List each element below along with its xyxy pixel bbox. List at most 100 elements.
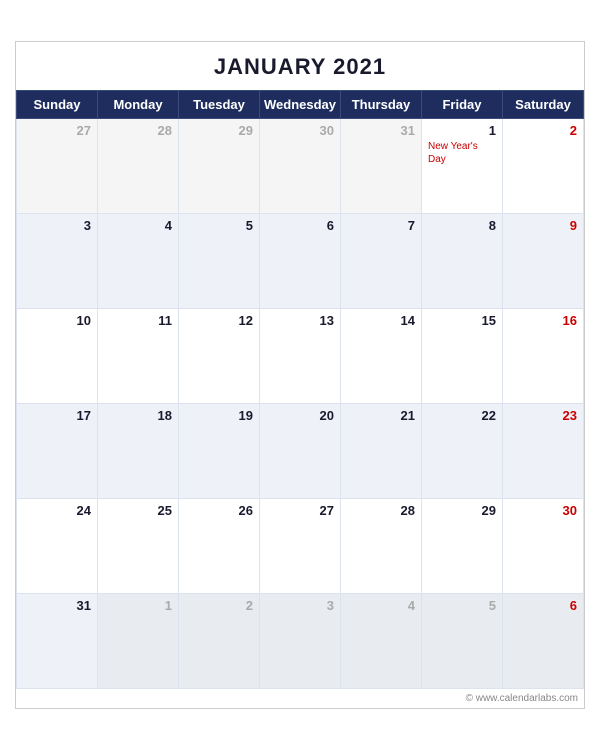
week-row: 3456789 [17,214,584,309]
day-header-wednesday: Wednesday [260,91,341,119]
week-row: 27 28 29 30 31 1 New Year's Day 2 [17,119,584,214]
calendar-grid: SundayMondayTuesdayWednesdayThursdayFrid… [16,90,584,689]
day-number: 28 [347,503,415,518]
day-number: 13 [266,313,334,328]
day-cell: 21 [341,404,422,499]
day-cell: 31 [341,119,422,214]
day-cell: 5 [422,594,503,689]
day-number: 6 [509,598,577,613]
day-number: 14 [347,313,415,328]
day-cell: 23 [503,404,584,499]
week-row: 10 11 12 13 14 15 16 [17,309,584,404]
day-cell: 29 [179,119,260,214]
day-number: 26 [185,503,253,518]
day-number: 1 [104,598,172,613]
day-number: 3 [23,218,91,233]
day-number: 31 [23,598,91,613]
day-cell: 10 [17,309,98,404]
day-number: 28 [104,123,172,138]
day-number: 29 [185,123,253,138]
day-cell: 3 [17,214,98,309]
day-number: 30 [509,503,577,518]
day-number: 29 [428,503,496,518]
day-cell: 12 [179,309,260,404]
day-number: 22 [428,408,496,423]
watermark: © www.calendarlabs.com [16,689,584,708]
week-row: 24 25 26 27 28 29 30 [17,499,584,594]
day-cell: 17 [17,404,98,499]
day-cell: 1 New Year's Day [422,119,503,214]
calendar-body: 27282930311New Year's Day234567891011121… [17,119,584,689]
day-cell: 14 [341,309,422,404]
day-header-thursday: Thursday [341,91,422,119]
day-cell: 2 [503,119,584,214]
day-cell: 31 [17,594,98,689]
day-cell: 25 [98,499,179,594]
day-number: 2 [185,598,253,613]
calendar-header-row: SundayMondayTuesdayWednesdayThursdayFrid… [17,91,584,119]
day-cell: 27 [260,499,341,594]
holiday-label: New Year's Day [428,140,496,166]
day-cell: 8 [422,214,503,309]
day-cell: 2 [179,594,260,689]
day-header-tuesday: Tuesday [179,91,260,119]
day-number: 20 [266,408,334,423]
day-cell: 19 [179,404,260,499]
calendar-container: JANUARY 2021 SundayMondayTuesdayWednesda… [15,41,585,709]
day-number: 25 [104,503,172,518]
day-cell: 30 [260,119,341,214]
day-number: 12 [185,313,253,328]
day-header-saturday: Saturday [503,91,584,119]
day-cell: 18 [98,404,179,499]
day-cell: 11 [98,309,179,404]
day-number: 31 [347,123,415,138]
day-header-friday: Friday [422,91,503,119]
day-number: 30 [266,123,334,138]
day-number: 5 [185,218,253,233]
day-number: 5 [428,598,496,613]
day-number: 19 [185,408,253,423]
day-cell: 1 [98,594,179,689]
day-number: 2 [509,123,577,138]
day-header-monday: Monday [98,91,179,119]
day-cell: 27 [17,119,98,214]
day-number: 24 [23,503,91,518]
day-number: 17 [23,408,91,423]
calendar-title: JANUARY 2021 [16,42,584,90]
day-cell: 26 [179,499,260,594]
day-number: 3 [266,598,334,613]
day-number: 8 [428,218,496,233]
day-cell: 6 [503,594,584,689]
day-cell: 5 [179,214,260,309]
day-number: 23 [509,408,577,423]
week-row: 17 18 19 20 21 22 23 [17,404,584,499]
day-cell: 22 [422,404,503,499]
day-cell: 4 [341,594,422,689]
day-number: 27 [266,503,334,518]
day-cell: 6 [260,214,341,309]
day-number: 9 [509,218,577,233]
day-cell: 28 [98,119,179,214]
day-number: 7 [347,218,415,233]
day-cell: 29 [422,499,503,594]
day-number: 18 [104,408,172,423]
day-cell: 3 [260,594,341,689]
day-header-sunday: Sunday [17,91,98,119]
day-number: 11 [104,313,172,328]
day-number: 16 [509,313,577,328]
day-cell: 28 [341,499,422,594]
week-row: 31 123456 [17,594,584,689]
day-number: 4 [347,598,415,613]
day-cell: 16 [503,309,584,404]
day-number: 15 [428,313,496,328]
day-number: 1 [428,123,496,138]
day-cell: 20 [260,404,341,499]
day-cell: 9 [503,214,584,309]
day-number: 21 [347,408,415,423]
day-number: 4 [104,218,172,233]
day-cell: 15 [422,309,503,404]
day-number: 10 [23,313,91,328]
day-cell: 4 [98,214,179,309]
day-cell: 7 [341,214,422,309]
day-cell: 24 [17,499,98,594]
